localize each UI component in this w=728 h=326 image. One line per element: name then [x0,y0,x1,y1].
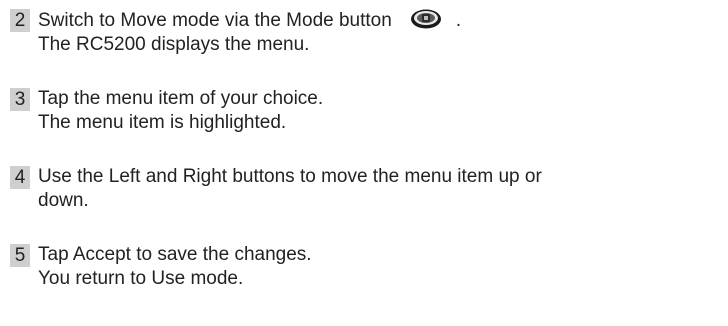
step-instruction: Use the Left and Right buttons to move t… [38,166,542,187]
step-result: The menu item is highlighted. [38,112,287,133]
mode-button-icon [410,9,441,29]
step-2: 2 Switch to Move mode via the Mode butto… [10,8,722,57]
step-result: You return to Use mode. [38,268,244,289]
step-number: 2 [10,9,30,32]
step-4: 4 Use the Left and Right buttons to move… [10,165,722,213]
step-instruction-text: Switch to Move mode via the Mode button [38,10,392,31]
step-5: 5 Tap Accept to save the changes. You re… [10,243,722,291]
step-result: The RC5200 displays the menu. [38,34,310,55]
step-number: 4 [10,166,30,189]
step-instruction: Tap Accept to save the changes. [38,244,312,265]
step-instruction: Tap the menu item of your choice. [38,88,324,109]
step-number: 5 [10,244,30,267]
step-instruction: Switch to Move mode via the Mode button … [38,8,722,33]
step-instruction-period: . [455,10,462,31]
instruction-steps: 2 Switch to Move mode via the Mode butto… [10,8,722,291]
step-instruction-continued: down. [38,190,89,211]
step-number: 3 [10,88,30,111]
step-3: 3 Tap the menu item of your choice. The … [10,87,722,135]
